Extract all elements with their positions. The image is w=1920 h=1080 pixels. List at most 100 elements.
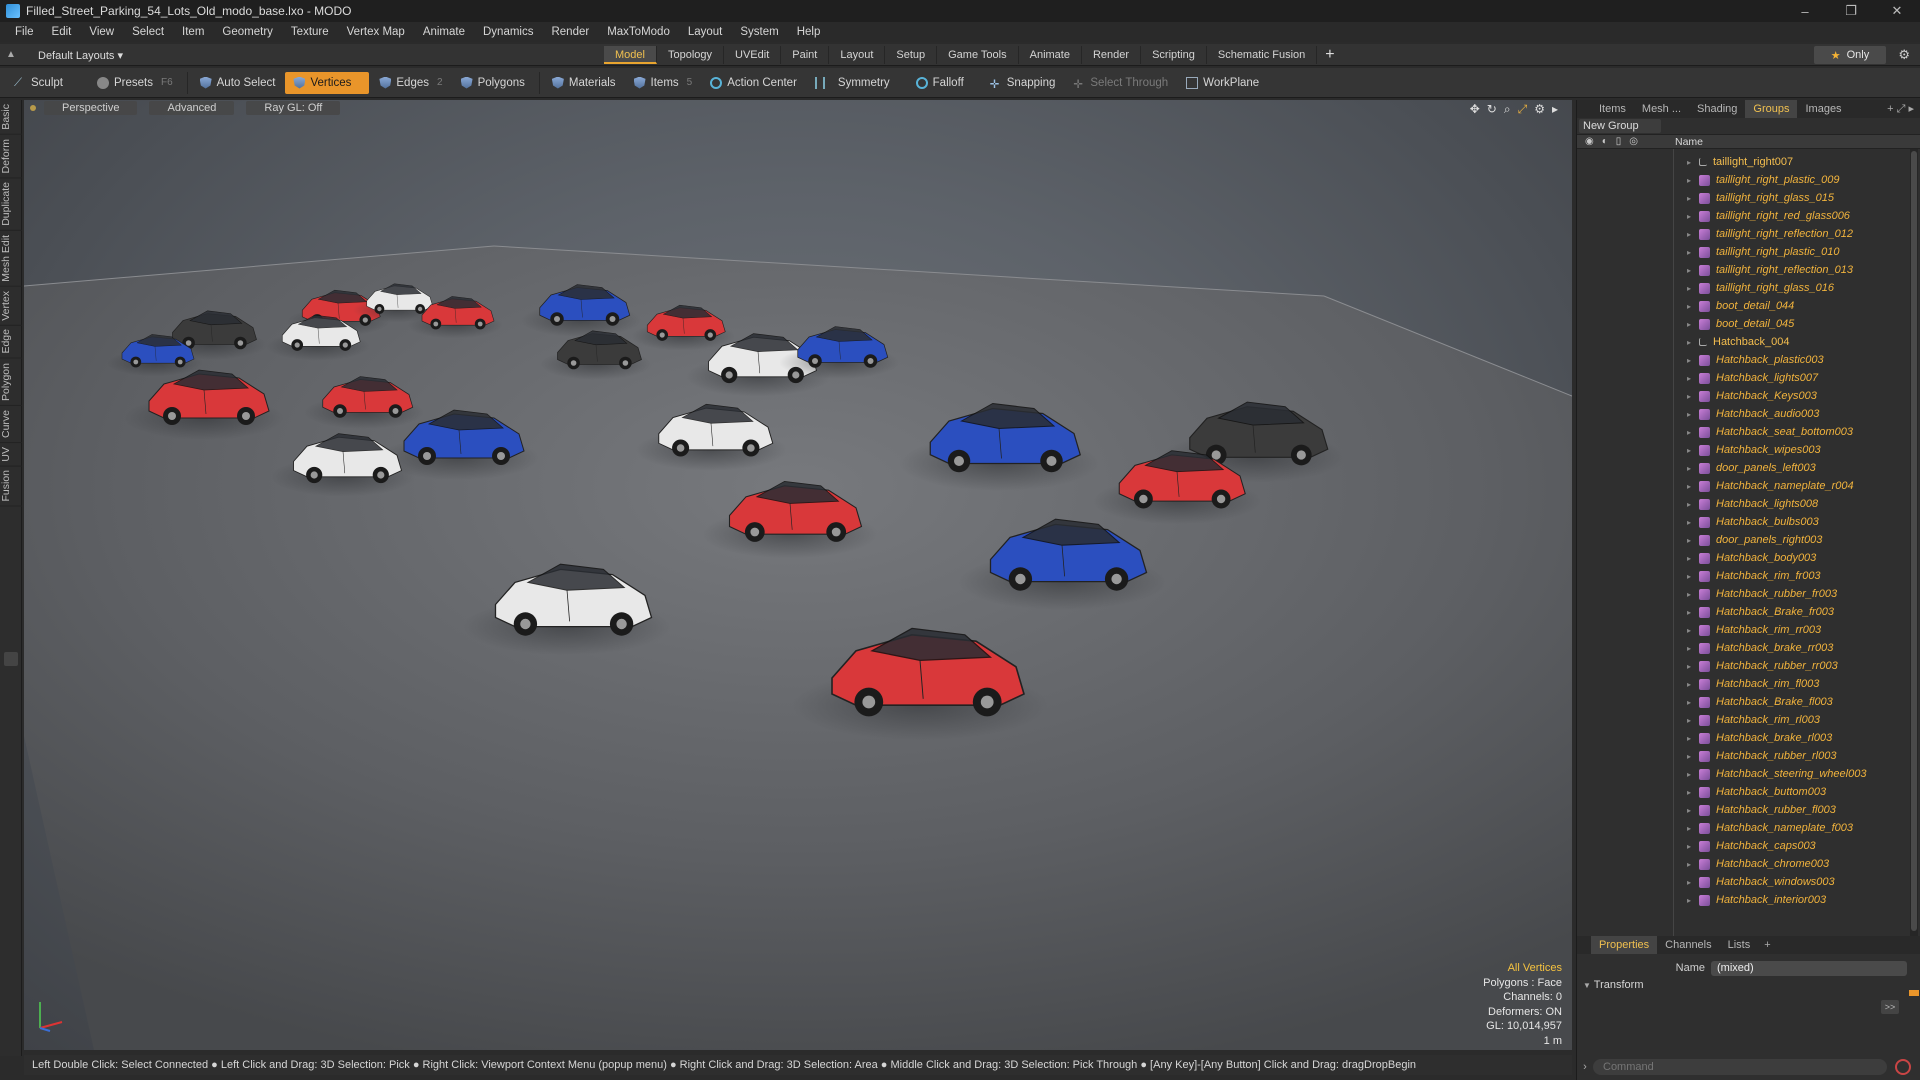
tab-uvedit[interactable]: UVEdit xyxy=(724,46,782,64)
tree-row[interactable]: ▸ Hatchback_rim_fl003 xyxy=(1577,675,1920,693)
tree-row[interactable]: ▸ Hatchback_nameplate_r004 xyxy=(1577,477,1920,495)
tab-properties[interactable]: Properties xyxy=(1591,936,1658,954)
tab-game-tools[interactable]: Game Tools xyxy=(937,46,1019,64)
tab-schematic-fusion[interactable]: Schematic Fusion xyxy=(1207,46,1318,64)
tree-row[interactable]: ▸ Hatchback_rim_rl003 xyxy=(1577,711,1920,729)
tree-row[interactable]: ▸ taillight_right_glass_016 xyxy=(1577,279,1920,297)
menu-maxtomodo[interactable]: MaxToModo xyxy=(598,22,679,42)
name-field[interactable]: (mixed) xyxy=(1711,960,1907,976)
tab-model[interactable]: Model xyxy=(604,46,657,64)
left-tab-uv[interactable]: UV xyxy=(0,442,22,467)
edges-mode-button[interactable]: Edges 2 xyxy=(371,72,450,94)
presets-button[interactable]: Presets F6 xyxy=(89,72,181,94)
tab-layout[interactable]: Layout xyxy=(829,46,886,64)
expand-arrow-icon[interactable]: ▸ xyxy=(1687,356,1697,365)
menu-layout[interactable]: Layout xyxy=(679,22,732,42)
close-button[interactable]: ✕ xyxy=(1874,0,1920,22)
left-tab-fusion[interactable]: Fusion xyxy=(0,466,22,507)
only-toggle[interactable]: ★ Only xyxy=(1814,46,1886,64)
expand-arrow-icon[interactable]: ▸ xyxy=(1687,428,1697,437)
tree-row[interactable]: ▸ taillight_right_glass_015 xyxy=(1577,189,1920,207)
tree-scrollbar[interactable] xyxy=(1910,149,1918,941)
expand-arrow-icon[interactable]: ▸ xyxy=(1687,194,1697,203)
polygons-mode-button[interactable]: Polygons xyxy=(453,72,533,94)
left-tab-basic[interactable]: Basic xyxy=(0,100,22,135)
tab-images[interactable]: Images xyxy=(1797,100,1849,118)
viewport-menu-dot[interactable] xyxy=(30,105,36,111)
expand-arrow-icon[interactable]: ▸ xyxy=(1687,248,1697,257)
expand-arrow-icon[interactable]: ▸ xyxy=(1687,770,1697,779)
tree-row[interactable]: ▸ boot_detail_045 xyxy=(1577,315,1920,333)
scrollbar-thumb[interactable] xyxy=(1911,151,1917,931)
tab-paint[interactable]: Paint xyxy=(781,46,830,64)
fit-icon[interactable]: ⤢ xyxy=(1518,102,1528,117)
tab-setup[interactable]: Setup xyxy=(885,46,938,64)
expand-arrow-icon[interactable]: ▸ xyxy=(1687,212,1697,221)
panel-controls[interactable]: + ⤢ ▸ xyxy=(1887,102,1920,116)
tool-panel-toggle[interactable] xyxy=(4,652,18,666)
command-input[interactable] xyxy=(1593,1059,1887,1075)
expand-arrow-icon[interactable]: ▸ xyxy=(1687,752,1697,761)
tree-row[interactable]: ▸ Hatchback_Brake_fr003 xyxy=(1577,603,1920,621)
tree-row[interactable]: ▸ Hatchback_interior003 xyxy=(1577,891,1920,909)
menu-vertex-map[interactable]: Vertex Map xyxy=(338,22,414,42)
view-mode-selector[interactable]: Perspective xyxy=(44,101,138,115)
tree-row[interactable]: ▸ Hatchback_plastic003 xyxy=(1577,351,1920,369)
expand-arrow-icon[interactable]: ▸ xyxy=(1687,554,1697,563)
expand-arrow-icon[interactable]: ▸ xyxy=(1687,716,1697,725)
left-tab-curve[interactable]: Curve xyxy=(0,405,22,443)
tree-row[interactable]: ▸ Hatchback_rubber_fl003 xyxy=(1577,801,1920,819)
zoom-icon[interactable]: ⌕ xyxy=(1504,102,1511,117)
tab-channels[interactable]: Channels xyxy=(1657,936,1719,954)
menu-geometry[interactable]: Geometry xyxy=(213,22,282,42)
expand-arrow-icon[interactable]: ▸ xyxy=(1687,896,1697,905)
tree-row[interactable]: ▸ Hatchback_rim_rr003 xyxy=(1577,621,1920,639)
action-center-button[interactable]: Action Center xyxy=(702,72,805,94)
add-tab-button[interactable]: + xyxy=(1758,939,1776,951)
expand-arrow-icon[interactable]: ▸ xyxy=(1687,518,1697,527)
workplane-button[interactable]: WorkPlane xyxy=(1178,72,1267,94)
tree-row[interactable]: ▸ door_panels_left003 xyxy=(1577,459,1920,477)
tree-row[interactable]: ▸ taillight_right_plastic_009 xyxy=(1577,171,1920,189)
expand-arrow-icon[interactable]: ▸ xyxy=(1687,842,1697,851)
expand-arrow-icon[interactable]: ▸ xyxy=(1687,284,1697,293)
menu-animate[interactable]: Animate xyxy=(414,22,474,42)
raygl-toggle[interactable]: Ray GL: Off xyxy=(246,101,341,115)
command-history-button[interactable] xyxy=(1895,1059,1911,1075)
tree-row[interactable]: ▸ Hatchback_body003 xyxy=(1577,549,1920,567)
tree-row[interactable]: ▸ Hatchback_rim_fr003 xyxy=(1577,567,1920,585)
tree-row[interactable]: ▸ Hatchback_chrome003 xyxy=(1577,855,1920,873)
tree-row[interactable]: ▸ taillight_right007 xyxy=(1577,153,1920,171)
left-tab-mesh-edit[interactable]: Mesh Edit xyxy=(0,230,22,287)
tree-row[interactable]: ▸ Hatchback_wipes003 xyxy=(1577,441,1920,459)
menu-select[interactable]: Select xyxy=(123,22,173,42)
tree-row[interactable]: ▸ Hatchback_buttom003 xyxy=(1577,783,1920,801)
add-tab-button[interactable]: + xyxy=(1317,46,1342,64)
expand-arrow-icon[interactable]: ▸ xyxy=(1687,338,1697,347)
visibility-eye-icon[interactable]: ◉ xyxy=(1585,136,1594,147)
tab-animate[interactable]: Animate xyxy=(1019,46,1082,64)
render-icon[interactable]: ◐ xyxy=(1602,136,1608,147)
expand-arrow-icon[interactable]: ▸ xyxy=(1687,626,1697,635)
tab-lists[interactable]: Lists xyxy=(1720,936,1759,954)
expand-arrow-icon[interactable]: ▸ xyxy=(1687,302,1697,311)
tab-topology[interactable]: Topology xyxy=(657,46,725,64)
pan-icon[interactable]: ✥ xyxy=(1470,102,1480,117)
expand-arrow-icon[interactable]: ▸ xyxy=(1687,662,1697,671)
expand-arrow-icon[interactable]: ▸ xyxy=(1687,806,1697,815)
menu-file[interactable]: File xyxy=(6,22,43,42)
tab-groups[interactable]: Groups xyxy=(1745,100,1798,118)
tab-shading[interactable]: Shading xyxy=(1689,100,1745,118)
menu-item[interactable]: Item xyxy=(173,22,213,42)
tree-row[interactable]: ▸ Hatchback_Keys003 xyxy=(1577,387,1920,405)
expand-arrow-icon[interactable]: ▸ xyxy=(1687,878,1697,887)
new-group-button[interactable]: New Group xyxy=(1579,119,1661,133)
expand-arrow-icon[interactable]: ▸ xyxy=(1687,320,1697,329)
vertices-mode-button[interactable]: Vertices xyxy=(285,71,370,94)
expand-arrow-icon[interactable]: ▸ xyxy=(1687,536,1697,545)
expand-arrow-icon[interactable]: ▸ xyxy=(1687,410,1697,419)
expand-arrow-icon[interactable]: ▸ xyxy=(1687,176,1697,185)
left-tab-edge[interactable]: Edge xyxy=(0,325,22,359)
tree-row[interactable]: ▸ taillight_right_plastic_010 xyxy=(1577,243,1920,261)
expand-arrow-icon[interactable]: ▸ xyxy=(1687,734,1697,743)
